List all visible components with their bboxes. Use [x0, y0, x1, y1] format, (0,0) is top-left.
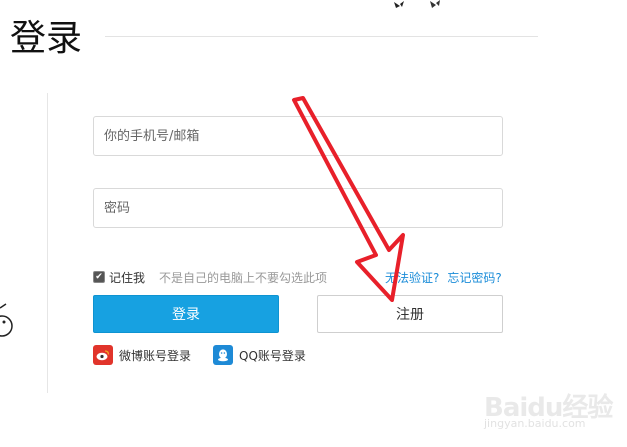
- form-left-border: [47, 93, 48, 393]
- decorative-bird-icon: [394, 0, 440, 8]
- decorative-figure-icon: [0, 303, 13, 337]
- account-field[interactable]: [93, 116, 503, 156]
- password-input[interactable]: [94, 189, 502, 227]
- remember-hint: 不是自己的电脑上不要勾选此项: [159, 270, 328, 285]
- help-links: 无法验证? 忘记密码?: [385, 268, 502, 286]
- forgot-password-link[interactable]: 忘记密码?: [447, 269, 501, 286]
- remember-me[interactable]: ✔ 记住我 不是自己的电脑上不要勾选此项: [93, 268, 327, 286]
- register-button[interactable]: 注册: [317, 295, 503, 333]
- page-title: 登录: [10, 18, 83, 59]
- qq-icon: [213, 345, 233, 365]
- qq-login[interactable]: QQ账号登录: [213, 344, 306, 366]
- baidu-watermark: Baidu经验 jingyan.baidu.com: [478, 385, 618, 435]
- account-input[interactable]: [94, 117, 502, 155]
- watermark-url: jingyan.baidu.com: [484, 417, 586, 430]
- remember-label[interactable]: 记住我: [109, 269, 145, 286]
- title-divider: [105, 36, 538, 37]
- weibo-login-label[interactable]: 微博账号登录: [119, 347, 191, 364]
- login-button[interactable]: 登录: [93, 295, 279, 333]
- password-field[interactable]: [93, 188, 503, 228]
- weibo-icon: [93, 345, 113, 365]
- cannot-verify-link[interactable]: 无法验证?: [385, 269, 439, 286]
- weibo-login[interactable]: 微博账号登录: [93, 344, 191, 366]
- remember-checkbox[interactable]: ✔: [93, 271, 105, 283]
- checkbox-check-icon: ✔: [95, 272, 103, 282]
- qq-login-label[interactable]: QQ账号登录: [239, 347, 306, 364]
